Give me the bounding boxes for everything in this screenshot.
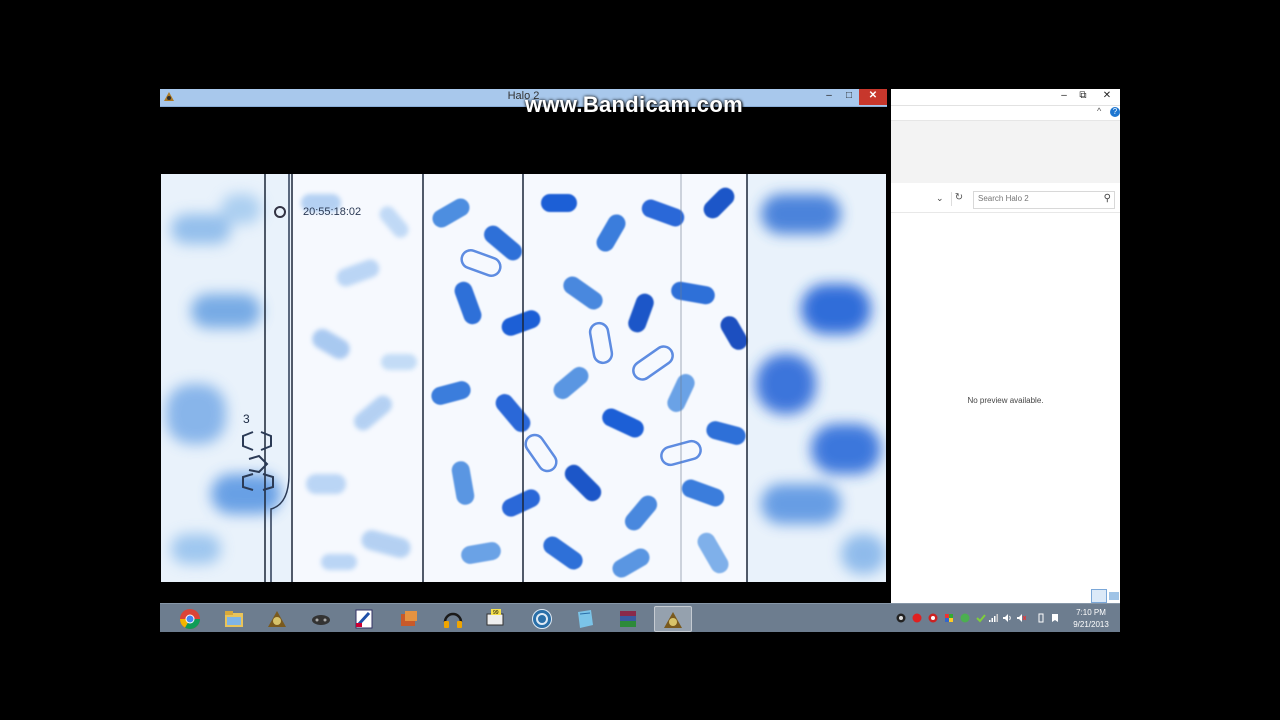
search-icon[interactable]: ⚲: [1104, 193, 1111, 204]
chrome-icon: [180, 609, 200, 629]
taskbar-gamepad-icon[interactable]: [303, 606, 339, 630]
headphones-icon: [443, 612, 463, 628]
taskbar-winrar-icon[interactable]: [610, 606, 646, 630]
notepad-icon: [578, 610, 593, 628]
gamepad-icon: [312, 615, 330, 625]
help-icon[interactable]: ?: [1110, 107, 1120, 117]
taskbar-steam-icon[interactable]: [524, 606, 560, 630]
details-view-icon[interactable]: [1091, 589, 1107, 603]
divider: [891, 212, 1120, 213]
preview-message: No preview available.: [967, 396, 1044, 405]
game-titlebar[interactable]: Halo 2 – □ ✕: [160, 89, 887, 107]
minimize-button[interactable]: –: [820, 89, 838, 105]
battery-icon[interactable]: [1036, 613, 1046, 623]
paint-icon: [355, 609, 373, 629]
video-frame: 20:55:18:02 3: [161, 174, 886, 582]
record-tray-icon[interactable]: [912, 613, 922, 623]
taskbar-halo-icon-active[interactable]: [654, 606, 692, 632]
halo-icon: [664, 612, 682, 628]
maximize-button[interactable]: □: [840, 89, 858, 105]
close-button[interactable]: ✕: [859, 89, 887, 105]
large-icons-view-icon[interactable]: [1108, 589, 1120, 601]
bandicam-watermark: www.Bandicam.com: [525, 92, 743, 117]
volume-icon[interactable]: [1002, 613, 1012, 623]
taskbar: 99: [160, 603, 890, 632]
address-dropdown-icon[interactable]: ⌄: [936, 193, 944, 204]
minimize-button[interactable]: –: [1056, 89, 1072, 105]
check-tray-icon[interactable]: [976, 613, 986, 623]
network-icon[interactable]: [988, 613, 998, 623]
search-input[interactable]: [978, 194, 1096, 203]
record-indicator-icon: [274, 206, 286, 218]
taskbar-notepad-icon[interactable]: [567, 606, 603, 630]
taskbar-headphones-icon[interactable]: [435, 606, 471, 630]
taskbar-halo-icon[interactable]: [259, 606, 295, 630]
taskbar-paint-icon[interactable]: [346, 606, 382, 630]
refresh-icon[interactable]: ↻: [951, 192, 966, 206]
restore-button[interactable]: ⧉: [1075, 89, 1091, 105]
capsules-scene: [161, 174, 886, 582]
game-window: Halo 2 – □ ✕ www.Bandicam.com 20:55:18:0…: [160, 89, 887, 605]
ribbon-bar: ^ ?: [891, 106, 1120, 121]
explorer-titlebar[interactable]: – ⧉ ✕: [891, 89, 1120, 106]
mute-icon[interactable]: [1016, 613, 1026, 623]
flag-tray-icon[interactable]: [944, 613, 954, 623]
taskbar-file-explorer-icon[interactable]: [216, 606, 252, 630]
bandicam-tray-icon[interactable]: [928, 613, 938, 623]
ribbon-collapse-icon[interactable]: ^: [1097, 106, 1101, 116]
search-box[interactable]: ⚲: [973, 191, 1115, 209]
fraps-icon: 99: [486, 609, 504, 626]
svg-text:99: 99: [493, 610, 499, 616]
clock-date[interactable]: 9/21/2013: [1066, 620, 1116, 629]
explorer-window: – ⧉ ✕ ^ ? ⌄ ↻ ⚲ No preview available.: [891, 89, 1120, 603]
clock-time[interactable]: 7:10 PM: [1066, 608, 1116, 617]
action-center-icon[interactable]: [1050, 613, 1060, 623]
window-title: Halo 2: [507, 90, 540, 102]
taskbar-media-icon[interactable]: [391, 606, 427, 630]
ribbon-area: [891, 121, 1120, 183]
app-tray-icon[interactable]: [960, 613, 970, 623]
steam-icon: [532, 609, 552, 629]
winrar-icon: [620, 611, 636, 627]
taskbar-chrome-icon[interactable]: [172, 606, 208, 630]
timecode: 20:55:18:02: [303, 206, 362, 218]
steam-tray-icon[interactable]: [896, 613, 906, 623]
file-explorer-icon: [225, 611, 243, 627]
media-icon: [401, 611, 417, 626]
system-tray: 7:10 PM 9/21/2013: [890, 603, 1120, 632]
frame-counter: 3: [243, 412, 250, 426]
taskbar-fraps-icon[interactable]: 99: [478, 606, 514, 630]
close-button[interactable]: ✕: [1097, 89, 1117, 105]
halo-icon: [268, 611, 286, 627]
